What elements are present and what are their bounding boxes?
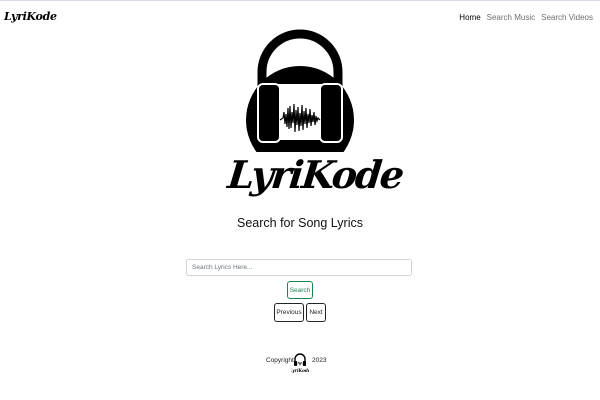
search-button[interactable]: Search xyxy=(287,281,313,299)
nav-links: Home Search Music Search Videos xyxy=(459,13,593,22)
svg-text:LyriKode: LyriKode xyxy=(291,368,309,373)
copyright-label: Copyright xyxy=(266,357,294,364)
previous-button[interactable]: Previous xyxy=(274,303,304,322)
next-button[interactable]: Next xyxy=(306,303,326,322)
navbar-brand[interactable]: LyriKode xyxy=(4,10,57,23)
copyright-year: 2023 xyxy=(312,357,327,364)
hero-logo: LyriKode xyxy=(225,28,405,200)
nav-link-search-videos[interactable]: Search Videos xyxy=(541,13,593,22)
footer: Copyright LyriKode 2023 xyxy=(0,351,600,375)
logo-wordmark: LyriKode xyxy=(225,152,405,197)
headphones-icon xyxy=(246,29,354,152)
nav-link-home[interactable]: Home xyxy=(459,13,480,22)
footer-logo-icon: LyriKode xyxy=(291,353,309,373)
nav-link-search-music[interactable]: Search Music xyxy=(487,13,535,22)
page-tagline: Search for Song Lyrics xyxy=(237,216,363,230)
search-input[interactable] xyxy=(186,259,412,276)
